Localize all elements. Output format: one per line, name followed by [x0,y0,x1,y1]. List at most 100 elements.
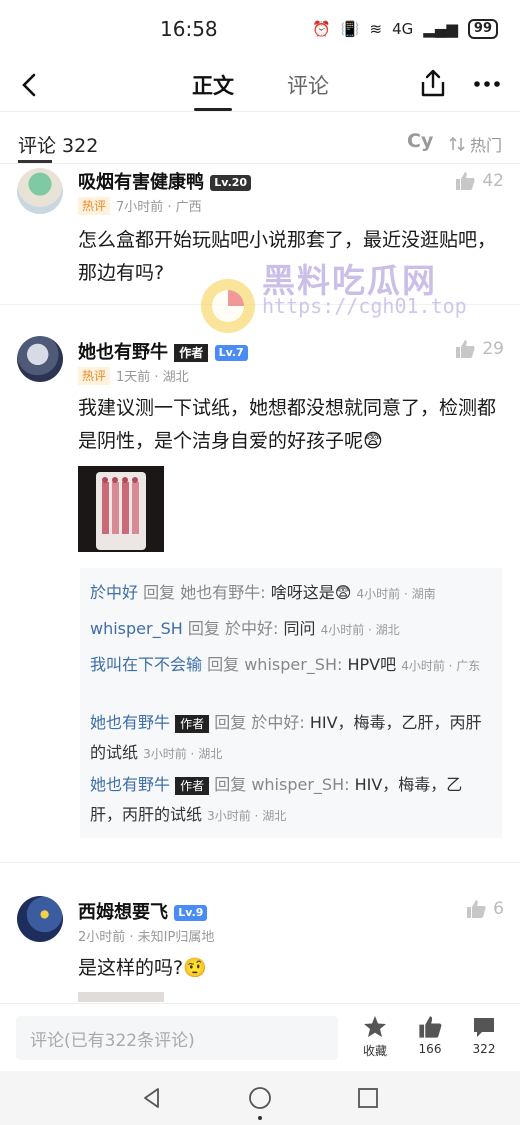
comment-bubble-icon [474,1018,494,1037]
comment-user-name[interactable]: 她也有野牛 作者 Lv.7 [78,338,248,364]
comment-meta: 热评 1天前 · 湖北 [78,366,189,385]
comment-text[interactable]: 是这样的吗?🤨 [78,952,498,985]
author-badge: 作者 [175,776,210,795]
author-badge: 作者 [175,714,210,733]
like-count: 29 [482,339,504,359]
attached-photo-partial[interactable] [78,992,164,1002]
like-button[interactable]: 42 [454,170,504,192]
comment-count: 322 [472,1042,496,1056]
like-count: 6 [493,899,504,919]
reply-target: whisper_SH: [251,775,350,794]
system-nav-bar [0,1071,520,1125]
like-count: 42 [482,171,504,191]
comment-meta: 热评 7小时前 · 广西 [78,196,202,215]
reply-time: 3小时前 · 湖北 [143,747,223,761]
network-type: 4G [392,20,414,38]
reply-user-name[interactable]: 她也有野牛 [90,713,170,732]
level-badge: Lv.20 [210,175,252,191]
reply-text: HPV吧 [347,655,397,674]
reply-user-name[interactable]: 她也有野牛 [90,775,170,794]
comment-time-location: 2小时前 · 未知IP归属地 [78,930,215,945]
nav-back-icon[interactable] [140,1086,164,1110]
sort-hot-label: 热门 [470,136,503,155]
attached-photo[interactable] [78,466,164,552]
star-icon [364,1016,386,1037]
avatar[interactable] [17,896,63,942]
nav-home-dot [258,1116,262,1120]
reply-label: 回复 [214,713,247,732]
comment-time-location: 7小时前 · 广西 [116,200,202,215]
collect-label: 收藏 [362,1044,387,1058]
tab-comments[interactable]: 评论 [287,70,329,100]
comment-input[interactable]: 评论(已有322条评论) [16,1016,338,1060]
reply-time: 4小时前 · 湖南 [356,587,436,601]
reply-label: 回复 [214,775,247,794]
signal-icon: ▂▄▆ [423,20,458,38]
like-button[interactable]: 6 [465,898,504,920]
thumbs-up-icon [456,340,475,358]
like-article-button[interactable]: 166 [410,1014,450,1056]
reply-item[interactable]: whisper_SH 回复 於中好: 同问 4小时前 · 湖北 [90,614,490,645]
status-icons: ⏰ 📳 ≋ 4G ▂▄▆ 99 [312,19,498,39]
divider [0,862,520,863]
tab-article-underline [194,108,232,111]
comment-user-name[interactable]: 吸烟有害健康鸭 Lv.20 [78,168,252,194]
reply-target: 於中好: [251,713,305,732]
comments-header: 评论 322 Cy 热门 [0,118,520,164]
thumbs-up-icon [419,1016,442,1038]
comment-time-location: 1天前 · 湖北 [116,370,189,385]
status-time: 16:58 [160,17,218,41]
sort-hot-button[interactable]: 热门 [449,132,502,156]
hot-tag: 热评 [78,366,111,385]
reply-user-name[interactable]: 於中好 [90,583,138,602]
cy-toggle-button[interactable]: Cy [407,130,433,152]
watermark-url: https://cgh01.top [262,294,467,318]
alarm-icon: ⏰ [312,20,331,38]
more-icon[interactable] [472,72,502,96]
reply-label: 回复 [187,619,220,638]
reply-time: 4小时前 · 广东 [401,659,481,673]
reply-target: 她也有野牛: [180,583,266,602]
status-bar: 16:58 ⏰ 📳 ≋ 4G ▂▄▆ 99 [0,0,520,58]
reply-time: 4小时前 · 湖北 [320,623,400,637]
nav-recents-icon[interactable] [356,1086,380,1110]
tab-article[interactable]: 正文 [192,70,234,100]
bottom-action-bar: 评论(已有322条评论) 收藏 166 322 [0,1003,520,1071]
watermark-logo-icon [201,279,255,333]
comment-count-button[interactable]: 322 [464,1014,504,1056]
reply-target: 於中好: [224,619,279,638]
reply-text: 同问 [283,619,316,638]
level-badge: Lv.9 [174,905,208,921]
hot-tag: 热评 [78,196,111,215]
comment-item: 西姆想要飞 Lv.9 2小时前 · 未知IP归属地 是这样的吗?🤨 6 [0,892,520,1002]
share-icon[interactable] [418,68,448,98]
vibrate-icon: 📳 [340,20,360,38]
comment-user-name[interactable]: 西姆想要飞 Lv.9 [78,898,208,924]
avatar[interactable] [17,336,63,382]
wifi-icon: ≋ [369,20,383,38]
reply-user-name[interactable]: whisper_SH [90,619,183,638]
reply-item[interactable]: 我叫在下不会输 回复 whisper_SH: HPV吧 4小时前 · 广东 [90,650,490,681]
nav-home-icon[interactable] [247,1085,273,1111]
comment-text[interactable]: 我建议测一下试纸，她想都没想就同意了，检测都是阴性，是个洁身自爱的好孩子呢😨 [78,392,498,458]
reply-time: 3小时前 · 湖北 [207,809,287,823]
collect-button[interactable]: 收藏 [355,1014,395,1059]
thumbs-up-icon [467,900,486,918]
comments-title: 评论 322 [18,135,99,157]
reply-thread: 於中好 回复 她也有野牛: 啥呀这是😨 4小时前 · 湖南 whisper_SH… [80,568,502,838]
battery-level: 99 [467,19,498,39]
level-badge: Lv.7 [214,345,248,361]
reply-item[interactable]: 她也有野牛 作者 回复 whisper_SH: HIV，梅毒，乙肝，丙肝的试纸 … [90,770,490,831]
like-button[interactable]: 29 [454,338,504,360]
back-icon[interactable] [14,68,48,102]
avatar[interactable] [17,168,63,214]
reply-user-name[interactable]: 我叫在下不会输 [90,655,202,674]
reply-text: 啥呀这是😨 [270,583,352,602]
thumbs-up-icon [456,172,475,190]
reply-item[interactable]: 她也有野牛 作者 回复 於中好: HIV，梅毒，乙肝，丙肝的试纸 3小时前 · … [90,708,490,769]
reply-label: 回复 [143,583,176,602]
reply-item[interactable]: 於中好 回复 她也有野牛: 啥呀这是😨 4小时前 · 湖南 [90,578,490,609]
nav-bar: 正文 评论 [0,58,520,112]
comments-title-underline [18,160,52,163]
author-badge: 作者 [174,344,209,362]
